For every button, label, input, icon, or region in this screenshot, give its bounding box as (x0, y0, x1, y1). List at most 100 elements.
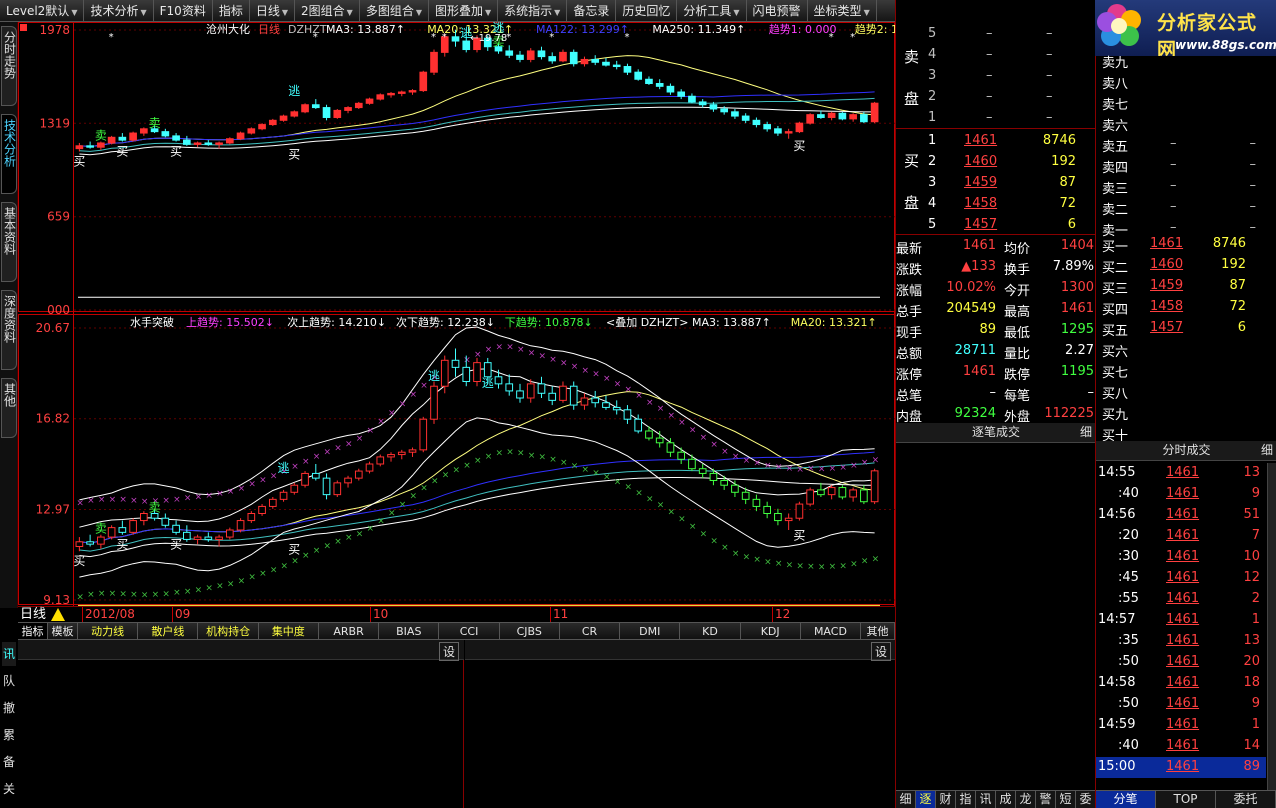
menu-item-3[interactable]: 指标 (213, 0, 250, 21)
bottom-left-tab-1[interactable]: 队 (2, 669, 16, 693)
menu-item-0[interactable]: Level2默认 ▼ (0, 0, 85, 21)
tick-detail-button[interactable]: 细 (1080, 423, 1092, 442)
left-tab-0[interactable]: 分时走势 (1, 26, 17, 106)
candle-body (741, 115, 750, 121)
menu-item-2[interactable]: F10资料 (154, 0, 213, 21)
menu-item-10[interactable]: 历史回忆 (616, 0, 678, 21)
menu-item-7[interactable]: 图形叠加 ▼ (429, 0, 499, 21)
trend-marker: × (839, 561, 847, 571)
indicator-tab-9[interactable]: CJBS (500, 623, 560, 639)
menu-item-9[interactable]: 备忘录 (567, 0, 617, 21)
stat-label: 总笔 (896, 389, 923, 404)
depth-sell-row: 卖七 (1096, 92, 1266, 113)
right-panel-settings-button[interactable]: 设 (870, 642, 891, 661)
candle-body (344, 477, 352, 484)
depth-sell-label: 卖九 (1102, 56, 1129, 71)
candle-body (870, 102, 879, 123)
quote-bottom-tab-8[interactable]: 短 (1056, 791, 1076, 808)
trades-bottom-tab-2[interactable]: 委托 (1216, 791, 1276, 808)
bottom-left-tab-3[interactable]: 累 (2, 723, 16, 747)
menu-item-6[interactable]: 多图组合 ▼ (360, 0, 429, 21)
trend-marker: × (657, 500, 665, 510)
left-tab-2[interactable]: 基本资料 (1, 202, 17, 282)
indicator-tab-5[interactable]: 集中度 (259, 623, 319, 639)
chart-menu-icon[interactable] (20, 24, 27, 31)
scrollbar[interactable] (1267, 463, 1276, 790)
trade-volume: 1 (1251, 717, 1260, 732)
indicator-tab-10[interactable]: CR (560, 623, 621, 639)
trades-bottom-tab-0[interactable]: 分笔 (1096, 791, 1156, 808)
quote-bottom-tab-2[interactable]: 财 (936, 791, 956, 808)
trend-marker: × (678, 418, 686, 428)
left-tab-1[interactable]: 技术分析 (1, 114, 17, 194)
indicator-tab-12[interactable]: KD (680, 623, 741, 639)
legend-series-3: MA250: 11.349↑ (652, 23, 745, 36)
period-triangle-icon[interactable] (51, 608, 65, 621)
kline-chart[interactable]: 1978 1319 659 000 20.67 16.82 12.97 9.13 沧州大化 日线 D… (18, 20, 1025, 609)
trade-price: 1461 (1166, 654, 1200, 669)
trend-marker: × (872, 456, 880, 466)
trade-time: :35 (1118, 633, 1139, 648)
left-tab-4[interactable]: 其他 (1, 378, 17, 438)
buy-order-level: 5 (928, 217, 937, 232)
stat-label-2: 今开 (1004, 284, 1031, 299)
left-tab-3[interactable]: 深度资料 (1, 290, 17, 370)
quote-bottom-tab-3[interactable]: 指 (956, 791, 976, 808)
escape-signal-marker: 逃 (482, 376, 494, 390)
trade-time: :40 (1118, 486, 1139, 501)
quote-bottom-tab-6[interactable]: 龙 (1016, 791, 1036, 808)
depth-buy-label: 买一 (1102, 240, 1129, 255)
menu-item-4[interactable]: 日线 ▼ (250, 0, 296, 21)
indicator-tab-15[interactable]: 其他 (861, 623, 896, 639)
menu-item-11[interactable]: 分析工具 ▼ (677, 0, 747, 21)
menu-item-5[interactable]: 2图组合 ▼ (295, 0, 360, 21)
bottom-left-tab-2[interactable]: 撤 (2, 696, 16, 720)
trade-time: 14:58 (1098, 675, 1136, 690)
indicator-tab-7[interactable]: BIAS (379, 623, 440, 639)
left-panel-settings-button[interactable]: 设 (438, 642, 459, 661)
trades-bottom-tab-1[interactable]: TOP (1156, 791, 1216, 808)
trend-marker: × (184, 494, 192, 504)
indicator-tab-11[interactable]: DMI (620, 623, 681, 639)
chevron-down-icon: ▼ (281, 7, 289, 17)
quote-bottom-tab-1[interactable]: 逐 (916, 791, 936, 808)
indicator-tab-1[interactable]: 模板 (48, 623, 78, 639)
bottom-left-tab-4[interactable]: 备 (2, 750, 16, 774)
candle-body (709, 472, 718, 481)
menu-item-1[interactable]: 技术分析 ▼ (84, 0, 154, 21)
stat-value-2: 1404 (1060, 238, 1094, 253)
chevron-down-icon: ▼ (71, 7, 78, 17)
indicator-tab-13[interactable]: KDJ (741, 623, 801, 639)
menu-item-13[interactable]: 坐标类型 ▼ (808, 0, 877, 21)
indicator-tab-0[interactable]: 指标 (18, 623, 48, 639)
indicator-tab-4[interactable]: 机构持仓 (198, 623, 259, 639)
trades-detail-button[interactable]: 细 (1261, 441, 1273, 460)
trend-marker: × (420, 483, 428, 493)
bottom-left-tab-0[interactable]: 讯 (2, 642, 16, 666)
indicator-tab-14[interactable]: MACD (801, 623, 862, 639)
quote-bottom-tab-0[interactable]: 细 (896, 791, 916, 808)
trend-marker: × (367, 524, 375, 534)
indicator-tab-8[interactable]: CCI (439, 623, 500, 639)
indicator-tab-3[interactable]: 散户线 (138, 623, 199, 639)
quote-bottom-tab-4[interactable]: 讯 (976, 791, 996, 808)
trend-marker: × (291, 556, 299, 566)
quote-bottom-tab-7[interactable]: 警 (1036, 791, 1056, 808)
quote-bottom-tab-9[interactable]: 委 (1076, 791, 1096, 808)
trend-marker: × (517, 345, 525, 355)
legend-series-0: MA3: 13.887↑ (326, 23, 405, 36)
indicator-tab-6[interactable]: ARBR (319, 623, 380, 639)
period-label[interactable]: 日线 (20, 607, 46, 622)
menu-item-12[interactable]: 闪电预警 (747, 0, 808, 21)
bottom-left-tab-5[interactable]: 关 (2, 777, 16, 801)
quote-bottom-tab-5[interactable]: 成 (996, 791, 1016, 808)
candle-body (451, 359, 460, 368)
indicator-tab-2[interactable]: 动力线 (78, 623, 139, 639)
candle-body (602, 402, 610, 408)
chevron-down-icon: ▼ (140, 7, 147, 17)
stat-label: 涨停 (896, 368, 923, 383)
menu-item-8[interactable]: 系统指示 ▼ (498, 0, 568, 21)
legend-label: 日线 (258, 22, 280, 36)
depth-sell-label: 卖三 (1102, 182, 1129, 197)
stat-row: 现手 89 最低 1295 (896, 320, 1096, 341)
